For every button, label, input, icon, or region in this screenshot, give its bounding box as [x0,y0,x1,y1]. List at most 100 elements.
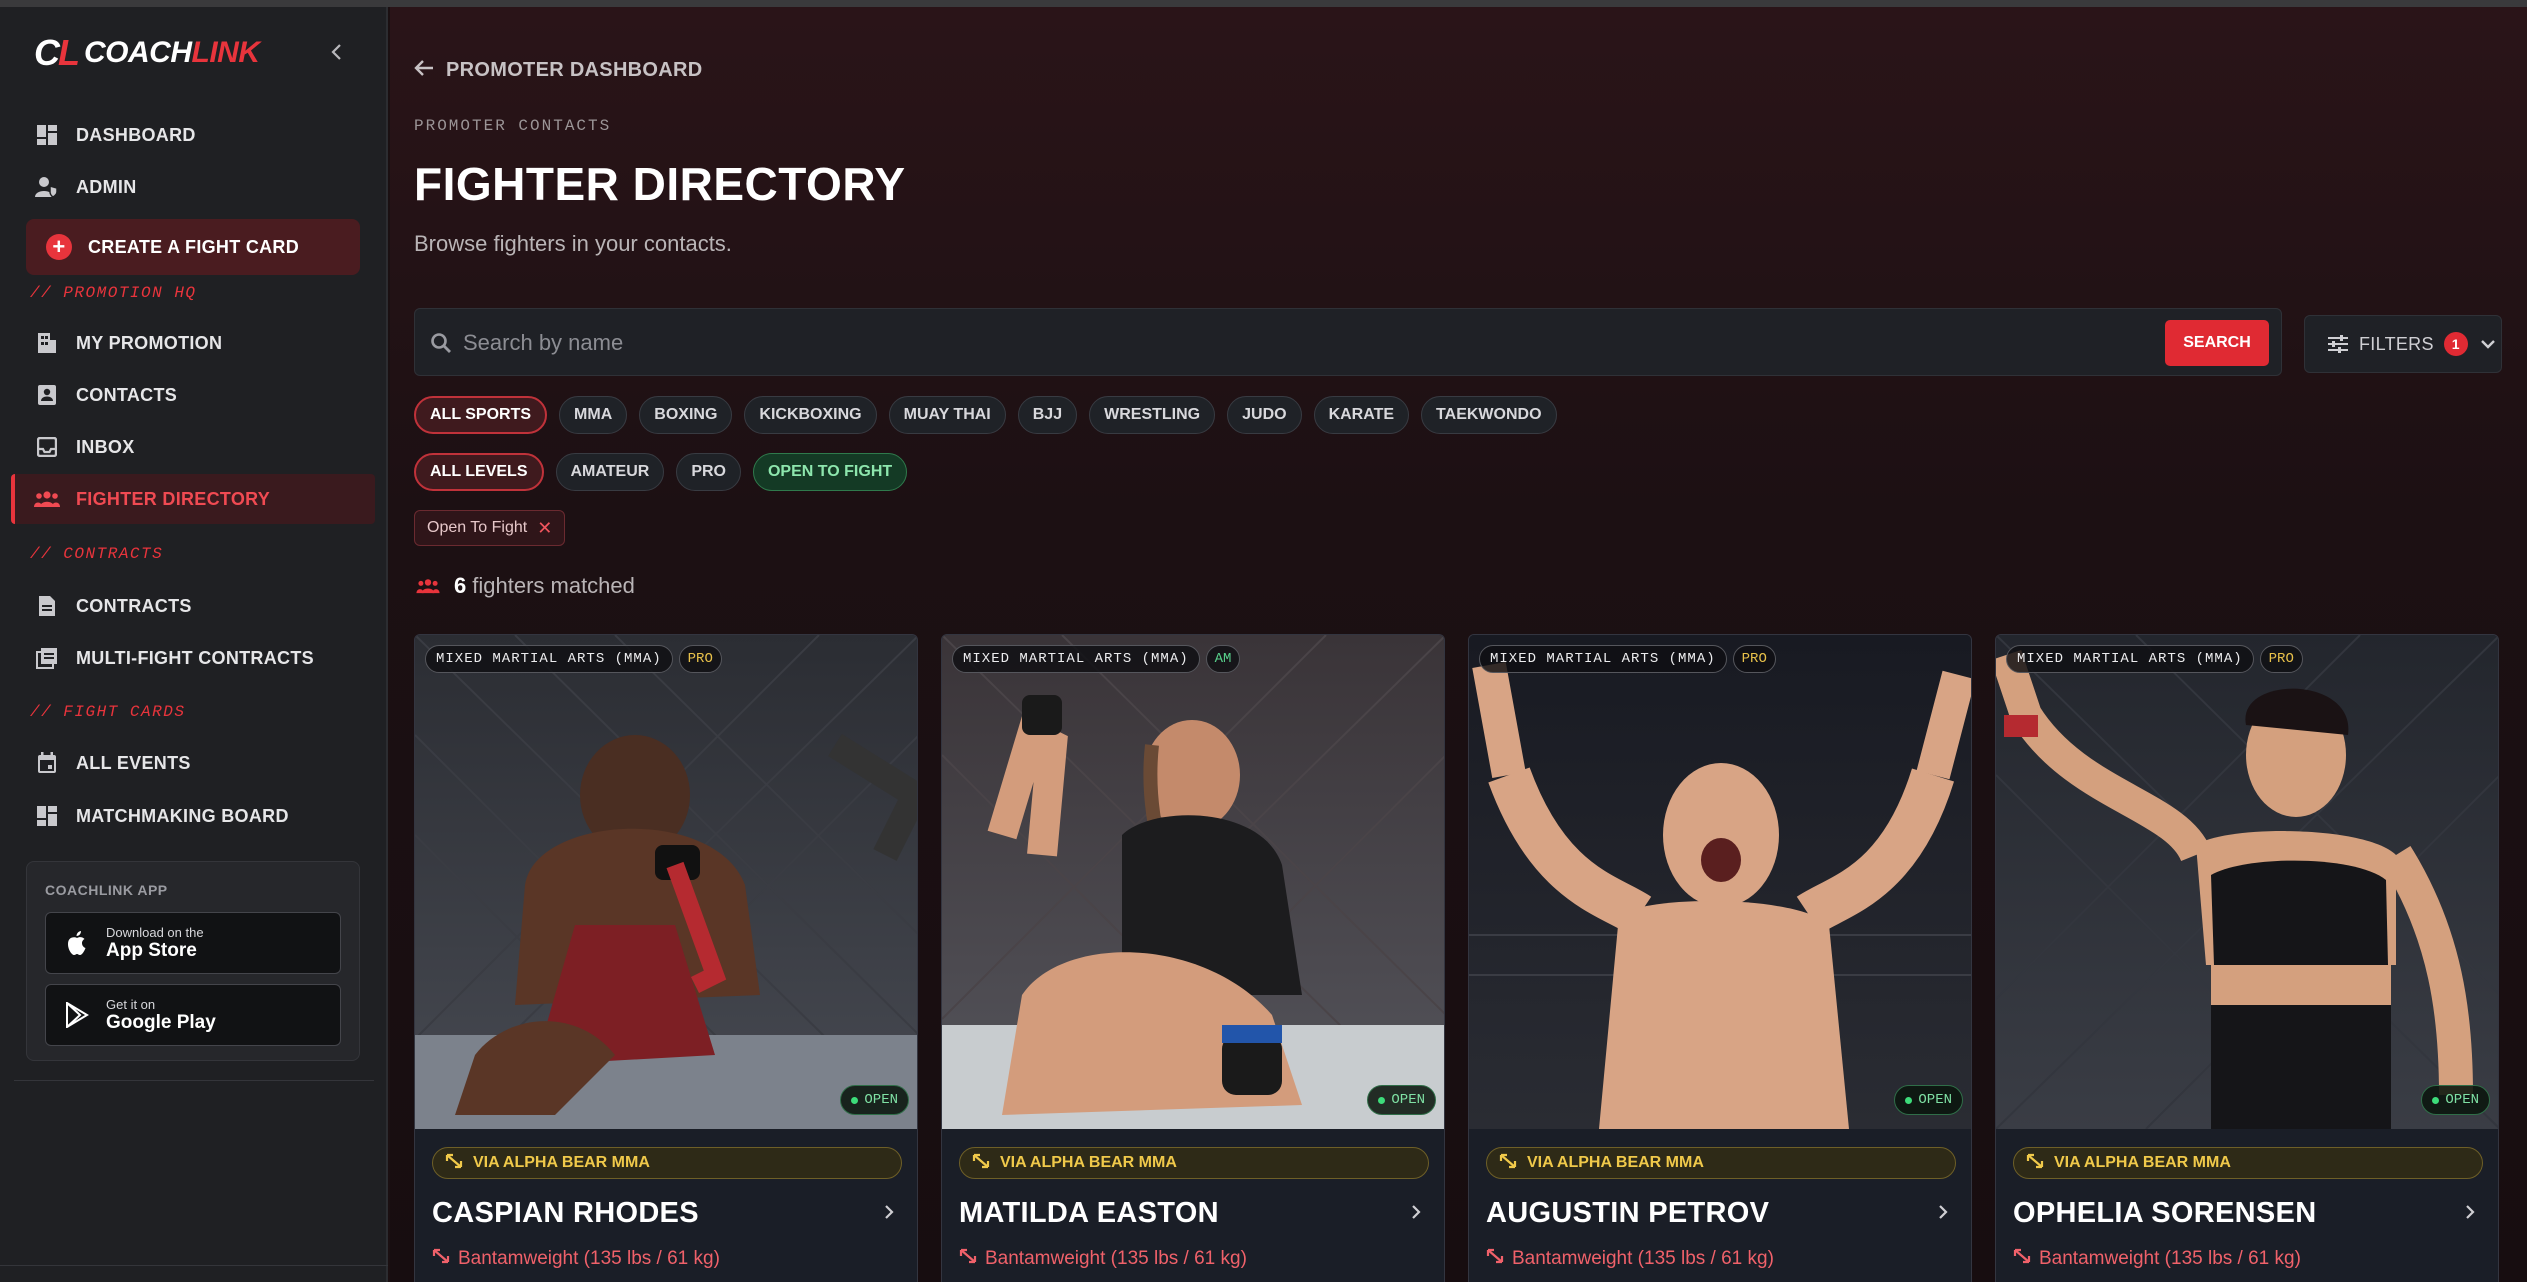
sidebar-item-label: CONTACTS [76,384,178,405]
google-play-button[interactable]: Get it on Google Play [45,984,341,1046]
sport-tag: MIXED MARTIAL ARTS (MMA) [1479,645,1727,673]
scale-arrows-icon [1486,1248,1504,1270]
coachlink-logo[interactable]: CL COACHLINK [34,31,260,75]
chip-pro[interactable]: PRO [676,453,741,491]
sidebar-item-label: INBOX [76,436,135,457]
fighter-card[interactable]: MIXED MARTIAL ARTS (MMA) AM OPEN VIA ALP… [941,634,1445,1282]
chip-mma[interactable]: MMA [559,396,628,434]
close-icon[interactable]: ✕ [537,518,552,539]
sidebar-item-label: MY PROMOTION [76,332,223,353]
sidebar-item-label: MATCHMAKING BOARD [76,805,289,826]
filters-button[interactable]: FILTERS 1 [2304,315,2502,373]
sidebar-item-label: MULTI-FIGHT CONTRACTS [76,647,314,668]
open-status-badge: OPEN [1894,1085,1963,1115]
fighter-name: AUGUSTIN PETROV [1486,1197,1770,1229]
card-tags: MIXED MARTIAL ARTS (MMA) PRO [2006,645,2303,673]
chip-taekwondo[interactable]: TAEKWONDO [1421,396,1557,434]
card-tags: MIXED MARTIAL ARTS (MMA) PRO [425,645,722,673]
sidebar-item-inbox[interactable]: INBOX [26,421,360,473]
link-arrows-icon [445,1153,463,1174]
open-status-badge: OPEN [2421,1085,2490,1115]
sliders-icon [2327,334,2349,354]
main-content: PROMOTER DASHBOARD PROMOTER CONTACTS FIG… [390,7,2527,1282]
chip-bjj[interactable]: BJJ [1017,396,1078,434]
fighter-card[interactable]: MIXED MARTIAL ARTS (MMA) PRO OPEN VIA AL… [1468,634,1972,1282]
section-label-fight-cards: // FIGHT CARDS [30,703,186,721]
page-subtitle: Browse fighters in your contacts. [414,231,732,256]
via-gym-pill: VIA ALPHA BEAR MMA [2013,1147,2483,1179]
sidebar-item-fighter-directory[interactable]: FIGHTER DIRECTORY [11,474,375,524]
active-filter-tag[interactable]: Open To Fight ✕ [414,510,566,546]
link-arrows-icon [972,1153,990,1174]
collapse-sidebar-button[interactable] [322,37,352,67]
page-eyebrow: PROMOTER CONTACTS [414,117,612,135]
search-bar: SEARCH [414,308,2282,376]
fighter-name: MATILDA EASTON [959,1197,1219,1229]
sidebar-item-multi-fight-contracts[interactable]: MULTI-FIGHT CONTRACTS [26,632,360,684]
search-button[interactable]: SEARCH [2165,320,2269,366]
grid-icon [34,122,60,148]
inbox-icon [34,434,60,460]
sidebar-item-dashboard[interactable]: DASHBOARD [26,109,360,161]
chevron-right-icon [883,1201,895,1227]
back-to-promoter-dashboard-link[interactable]: PROMOTER DASHBOARD [414,57,703,83]
sidebar-item-all-events[interactable]: ALL EVENTS [26,737,360,789]
sidebar-item-contracts[interactable]: CONTRACTS [26,580,360,632]
chip-boxing[interactable]: BOXING [639,396,733,434]
scale-arrows-icon [959,1248,977,1270]
create-fight-card-button[interactable]: + CREATE A FIGHT CARD [26,219,360,275]
sport-tag: MIXED MARTIAL ARTS (MMA) [952,645,1200,673]
chevron-left-icon [331,44,341,60]
page-title: FIGHTER DIRECTORY [414,158,906,210]
chip-muay-thai[interactable]: MUAY THAI [888,396,1006,434]
chip-open-to-fight[interactable]: OPEN TO FIGHT [752,453,908,491]
open-status-badge: OPEN [1367,1085,1436,1115]
weight-class: Bantamweight (135 lbs / 61 kg) [1486,1248,1774,1270]
chip-amateur[interactable]: AMATEUR [555,453,665,491]
sidebar-item-my-promotion[interactable]: MY PROMOTION [26,317,360,369]
weight-class: Bantamweight (135 lbs / 61 kg) [2013,1248,2301,1270]
google-play-icon [62,1000,92,1030]
match-count: 6 fighters matched [416,573,635,599]
scale-arrows-icon [432,1248,450,1270]
chip-kickboxing[interactable]: KICKBOXING [744,396,877,434]
board-icon [34,803,60,829]
app-store-button[interactable]: Download on the App Store [45,912,341,974]
sidebar-item-label: CONTRACTS [76,595,192,616]
apple-icon [62,928,92,958]
link-arrows-icon [1499,1153,1517,1174]
fighter-card[interactable]: MIXED MARTIAL ARTS (MMA) PRO OPEN VIA AL… [414,634,918,1282]
app-box-label: COACHLINK APP [45,882,168,898]
chevron-right-icon [2464,1201,2476,1227]
scale-arrows-icon [2013,1248,2031,1270]
window-top-border [0,0,2527,7]
chip-all-levels[interactable]: ALL LEVELS [414,453,544,491]
chevron-right-icon [1410,1201,1422,1227]
via-gym-pill: VIA ALPHA BEAR MMA [1486,1147,1956,1179]
sidebar: CL COACHLINK DASHBOARD ADMIN + CREATE A … [0,7,388,1282]
building-icon [34,330,60,356]
chip-wrestling[interactable]: WRESTLING [1089,396,1216,434]
chip-all-sports[interactable]: ALL SPORTS [414,396,548,434]
chip-judo[interactable]: JUDO [1227,396,1302,434]
filters-count-badge: 1 [2443,332,2468,356]
sidebar-item-admin[interactable]: ADMIN [26,161,360,213]
stacked-documents-icon [34,645,60,671]
sidebar-item-matchmaking-board[interactable]: MATCHMAKING BOARD [26,790,360,842]
chip-karate[interactable]: KARATE [1313,396,1410,434]
match-count-number: 6 [454,573,467,598]
level-tag: AM [1205,645,1241,673]
search-input[interactable] [463,321,2113,365]
via-gym-pill: VIA ALPHA BEAR MMA [432,1147,902,1179]
fighter-card[interactable]: MIXED MARTIAL ARTS (MMA) PRO OPEN VIA AL… [1995,634,2499,1282]
sport-tag: MIXED MARTIAL ARTS (MMA) [425,645,673,673]
sidebar-item-label: FIGHTER DIRECTORY [76,488,271,509]
link-arrows-icon [2026,1153,2044,1174]
search-icon [429,331,453,360]
section-label-contracts: // CONTRACTS [30,545,164,563]
sidebar-item-contacts[interactable]: CONTACTS [26,369,360,421]
level-filter-chips: ALL LEVELS AMATEUR PRO OPEN TO FIGHT [414,453,908,491]
sidebar-item-label: ADMIN [76,176,137,197]
fighter-photo: MIXED MARTIAL ARTS (MMA) PRO OPEN [1469,635,1971,1129]
sport-tag: MIXED MARTIAL ARTS (MMA) [2006,645,2254,673]
